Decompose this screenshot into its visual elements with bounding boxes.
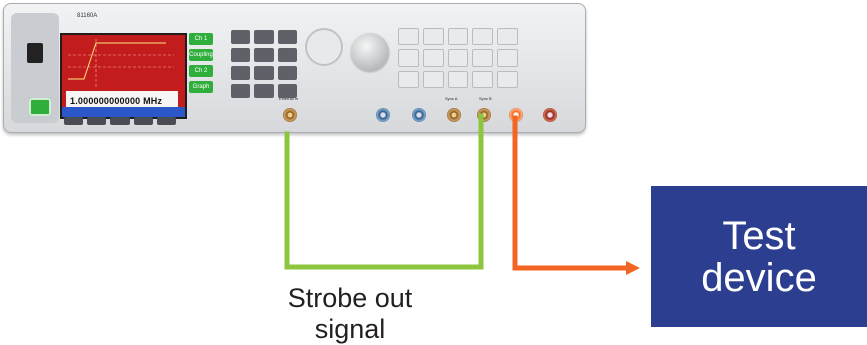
diagram-canvas: 81160A 1.000000000000 MHz Ch 1 Coupling …	[0, 0, 867, 344]
test-device-label-line1: Test	[722, 213, 796, 258]
output-wire	[512, 115, 631, 271]
strobe-out-wire	[284, 113, 484, 270]
test-device-box: Test device	[651, 186, 867, 327]
strobe-out-label: Strobe out signal	[287, 283, 413, 344]
output-arrowhead-icon	[626, 261, 640, 275]
test-device-label-line2: device	[701, 255, 817, 300]
